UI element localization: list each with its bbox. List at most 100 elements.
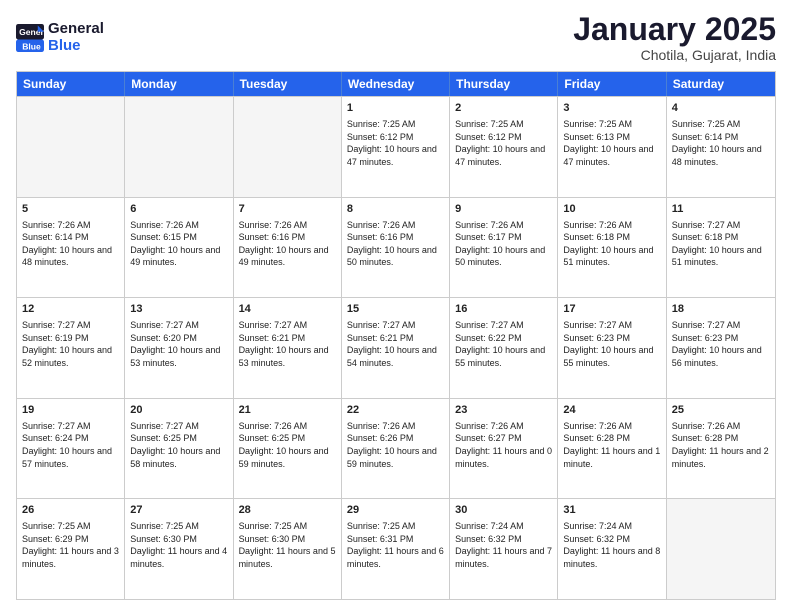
day-number: 15 xyxy=(347,302,444,317)
logo-icon: General Blue xyxy=(16,24,44,52)
sun-info: Sunrise: 7:27 AM Sunset: 6:21 PM Dayligh… xyxy=(347,319,444,369)
sun-info: Sunrise: 7:27 AM Sunset: 6:24 PM Dayligh… xyxy=(22,420,119,470)
sun-info: Sunrise: 7:26 AM Sunset: 6:27 PM Dayligh… xyxy=(455,420,552,470)
day-number: 30 xyxy=(455,503,552,518)
day-cell-2: 2 Sunrise: 7:25 AM Sunset: 6:12 PM Daylig… xyxy=(450,97,558,197)
empty-cell xyxy=(234,97,342,197)
empty-cell xyxy=(17,97,125,197)
sun-info: Sunrise: 7:27 AM Sunset: 6:25 PM Dayligh… xyxy=(130,420,227,470)
day-cell-8: 8 Sunrise: 7:26 AM Sunset: 6:16 PM Daylig… xyxy=(342,198,450,298)
day-cell-10: 10 Sunrise: 7:26 AM Sunset: 6:18 PM Dayli… xyxy=(558,198,666,298)
page: General Blue General Blue January 2025 C… xyxy=(0,0,792,612)
day-cell-27: 27 Sunrise: 7:25 AM Sunset: 6:30 PM Dayli… xyxy=(125,499,233,599)
day-cell-18: 18 Sunrise: 7:27 AM Sunset: 6:23 PM Dayli… xyxy=(667,298,775,398)
day-cell-3: 3 Sunrise: 7:25 AM Sunset: 6:13 PM Daylig… xyxy=(558,97,666,197)
svg-text:Blue: Blue xyxy=(22,41,41,51)
day-cell-29: 29 Sunrise: 7:25 AM Sunset: 6:31 PM Dayli… xyxy=(342,499,450,599)
location: Chotila, Gujarat, India xyxy=(573,47,776,63)
day-number: 23 xyxy=(455,403,552,418)
calendar-row-3: 12 Sunrise: 7:27 AM Sunset: 6:19 PM Dayli… xyxy=(17,297,775,398)
day-number: 9 xyxy=(455,202,552,217)
day-number: 28 xyxy=(239,503,336,518)
day-cell-20: 20 Sunrise: 7:27 AM Sunset: 6:25 PM Dayli… xyxy=(125,399,233,499)
weekday-header-sunday: Sunday xyxy=(17,72,125,96)
day-number: 12 xyxy=(22,302,119,317)
sun-info: Sunrise: 7:26 AM Sunset: 6:26 PM Dayligh… xyxy=(347,420,444,470)
day-number: 6 xyxy=(130,202,227,217)
weekday-header-tuesday: Tuesday xyxy=(234,72,342,96)
sun-info: Sunrise: 7:26 AM Sunset: 6:16 PM Dayligh… xyxy=(347,219,444,269)
day-cell-9: 9 Sunrise: 7:26 AM Sunset: 6:17 PM Daylig… xyxy=(450,198,558,298)
sun-info: Sunrise: 7:24 AM Sunset: 6:32 PM Dayligh… xyxy=(455,520,552,570)
day-cell-6: 6 Sunrise: 7:26 AM Sunset: 6:15 PM Daylig… xyxy=(125,198,233,298)
weekday-header-wednesday: Wednesday xyxy=(342,72,450,96)
calendar: SundayMondayTuesdayWednesdayThursdayFrid… xyxy=(16,71,776,600)
sun-info: Sunrise: 7:27 AM Sunset: 6:22 PM Dayligh… xyxy=(455,319,552,369)
day-number: 14 xyxy=(239,302,336,317)
sun-info: Sunrise: 7:26 AM Sunset: 6:28 PM Dayligh… xyxy=(672,420,770,470)
day-cell-1: 1Sunrise: 7:25 AM Sunset: 6:12 PM Daylig… xyxy=(342,97,450,197)
day-cell-7: 7Sunrise: 7:26 AM Sunset: 6:16 PM Daylig… xyxy=(234,198,342,298)
calendar-header: SundayMondayTuesdayWednesdayThursdayFrid… xyxy=(17,72,775,96)
day-number: 3 xyxy=(563,101,660,116)
sun-info: Sunrise: 7:26 AM Sunset: 6:28 PM Dayligh… xyxy=(563,420,660,470)
day-number: 19 xyxy=(22,403,119,418)
day-number: 31 xyxy=(563,503,660,518)
day-number: 1 xyxy=(347,101,444,116)
day-number: 7 xyxy=(239,202,336,217)
day-cell-14: 14 Sunrise: 7:27 AM Sunset: 6:21 PM Dayli… xyxy=(234,298,342,398)
day-cell-19: 19 Sunrise: 7:27 AM Sunset: 6:24 PM Dayli… xyxy=(17,399,125,499)
day-number: 13 xyxy=(130,302,227,317)
weekday-header-saturday: Saturday xyxy=(667,72,775,96)
sun-info: Sunrise: 7:25 AM Sunset: 6:31 PM Dayligh… xyxy=(347,520,444,570)
day-number: 26 xyxy=(22,503,119,518)
calendar-row-1: 1 Sunrise: 7:25 AM Sunset: 6:12 PM Daylig… xyxy=(17,96,775,197)
day-number: 24 xyxy=(563,403,660,418)
day-number: 17 xyxy=(563,302,660,317)
day-number: 27 xyxy=(130,503,227,518)
calendar-row-4: 19 Sunrise: 7:27 AM Sunset: 6:24 PM Dayli… xyxy=(17,398,775,499)
header: General Blue General Blue January 2025 C… xyxy=(16,12,776,63)
day-cell-30: 30 Sunrise: 7:24 AM Sunset: 6:32 PM Dayli… xyxy=(450,499,558,599)
sun-info: Sunrise: 7:26 AM Sunset: 6:25 PM Dayligh… xyxy=(239,420,336,470)
sun-info: Sunrise: 7:26 AM Sunset: 6:15 PM Dayligh… xyxy=(130,219,227,269)
empty-cell xyxy=(125,97,233,197)
sun-info: Sunrise: 7:27 AM Sunset: 6:23 PM Dayligh… xyxy=(672,319,770,369)
sun-info: Sunrise: 7:25 AM Sunset: 6:12 PM Dayligh… xyxy=(455,118,552,168)
sun-info: Sunrise: 7:27 AM Sunset: 6:19 PM Dayligh… xyxy=(22,319,119,369)
calendar-row-5: 26Sunrise: 7:25 AM Sunset: 6:29 PM Dayli… xyxy=(17,498,775,599)
sun-info: Sunrise: 7:26 AM Sunset: 6:17 PM Dayligh… xyxy=(455,219,552,269)
day-cell-11: 11Sunrise: 7:27 AM Sunset: 6:18 PM Dayli… xyxy=(667,198,775,298)
day-cell-4: 4Sunrise: 7:25 AM Sunset: 6:14 PM Daylig… xyxy=(667,97,775,197)
day-number: 22 xyxy=(347,403,444,418)
day-number: 18 xyxy=(672,302,770,317)
sun-info: Sunrise: 7:27 AM Sunset: 6:21 PM Dayligh… xyxy=(239,319,336,369)
day-number: 8 xyxy=(347,202,444,217)
sun-info: Sunrise: 7:27 AM Sunset: 6:20 PM Dayligh… xyxy=(130,319,227,369)
weekday-header-thursday: Thursday xyxy=(450,72,558,96)
weekday-header-friday: Friday xyxy=(558,72,666,96)
day-number: 11 xyxy=(672,202,770,217)
logo-text-blue: Blue xyxy=(48,38,104,55)
title-block: January 2025 Chotila, Gujarat, India xyxy=(573,12,776,63)
day-number: 5 xyxy=(22,202,119,217)
day-cell-24: 24 Sunrise: 7:26 AM Sunset: 6:28 PM Dayli… xyxy=(558,399,666,499)
calendar-row-2: 5Sunrise: 7:26 AM Sunset: 6:14 PM Daylig… xyxy=(17,197,775,298)
day-cell-25: 25 Sunrise: 7:26 AM Sunset: 6:28 PM Dayli… xyxy=(667,399,775,499)
month-title: January 2025 xyxy=(573,12,776,47)
day-number: 29 xyxy=(347,503,444,518)
sun-info: Sunrise: 7:25 AM Sunset: 6:13 PM Dayligh… xyxy=(563,118,660,168)
sun-info: Sunrise: 7:25 AM Sunset: 6:30 PM Dayligh… xyxy=(239,520,336,570)
day-number: 10 xyxy=(563,202,660,217)
weekday-header-monday: Monday xyxy=(125,72,233,96)
sun-info: Sunrise: 7:25 AM Sunset: 6:30 PM Dayligh… xyxy=(130,520,227,570)
calendar-body: 1 Sunrise: 7:25 AM Sunset: 6:12 PM Daylig… xyxy=(17,96,775,599)
logo-text-general: General xyxy=(48,21,104,38)
sun-info: Sunrise: 7:26 AM Sunset: 6:18 PM Dayligh… xyxy=(563,219,660,269)
day-number: 25 xyxy=(672,403,770,418)
day-number: 2 xyxy=(455,101,552,116)
day-cell-22: 22 Sunrise: 7:26 AM Sunset: 6:26 PM Dayli… xyxy=(342,399,450,499)
logo: General Blue General Blue xyxy=(16,21,104,54)
day-number: 20 xyxy=(130,403,227,418)
day-number: 4 xyxy=(672,101,770,116)
